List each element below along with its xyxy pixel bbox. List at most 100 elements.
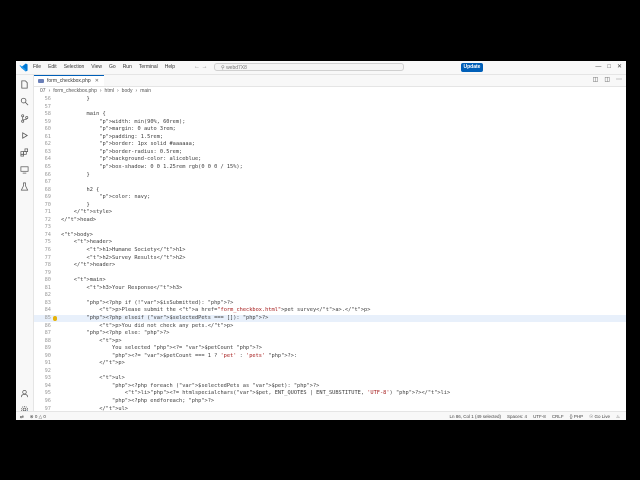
code-line[interactable]: 57 [34,104,626,112]
menu-file[interactable]: File [32,61,42,74]
split-editor-icon[interactable]: ◫ [604,76,610,83]
line-number: 57 [44,103,51,110]
code-line[interactable]: 59 "p">width: min(90%, 60rem); [34,119,626,127]
line-content: <"t">p>You did not check any pets.</"t">… [61,322,234,329]
code-line[interactable]: 81 <"t">h3>Your Response</"t">h3> [34,285,626,293]
code-line[interactable]: 79 [34,270,626,278]
testing-icon[interactable] [20,182,29,191]
breadcrumb-body[interactable]: body [122,87,133,96]
code-line[interactable]: 71 </"t">style> [34,209,626,217]
close-window-icon[interactable]: ✕ [617,61,622,74]
source-control-icon[interactable] [20,114,29,123]
lightbulb-icon[interactable] [53,315,57,321]
problems-indicator[interactable]: ⊗ 0 △ 0 [30,412,46,420]
menu-go[interactable]: Go [108,61,117,74]
code-line[interactable]: 86 <"t">p>You did not check any pets.</"… [34,323,626,331]
line-number: 83 [44,299,51,306]
back-arrow-icon[interactable]: ← [194,64,200,70]
warning-icon: △ [38,414,43,419]
line-ending[interactable]: CRLF [552,412,564,420]
code-line[interactable]: 80 <"t">main> [34,277,626,285]
forward-arrow-icon[interactable]: → [202,64,208,70]
language-mode[interactable]: {} PHP [570,412,584,420]
menu-terminal[interactable]: Terminal [138,61,159,74]
code-line[interactable]: 85 "php"><?php elseif ("var">$selectedPe… [34,314,626,323]
code-line[interactable]: 94 "php"><?php foreach ("var">$selectedP… [34,383,626,391]
code-line[interactable]: 69 "p">color: navy; [34,194,626,202]
code-line[interactable]: 68 h2 { [34,187,626,195]
code-line[interactable]: 95 <"t">li>"php"><?= htmlspecialchars("v… [34,390,626,398]
code-line[interactable]: 65 "p">box-shadow: 0 0 1.25rem rgb(0 0 0… [34,164,626,172]
breadcrumb-main[interactable]: main [140,87,151,96]
code-line[interactable]: 60 "p">margin: 0 auto 3rem; [34,126,626,134]
code-line[interactable]: 70 } [34,202,626,210]
line-content: </"t">head> [61,216,97,223]
line-number: 74 [44,231,51,238]
code-line[interactable]: 75 <"t">header> [34,239,626,247]
remote-indicator-icon[interactable]: ⇄ [20,412,24,420]
line-number: 61 [44,133,51,140]
line-number: 63 [44,148,51,155]
code-line[interactable]: 92 [34,368,626,376]
code-line[interactable]: 84 <"t">p>Please submit the <"t">a href=… [34,307,626,315]
code-line[interactable]: 89 You selected "php"><?= "var">$petCoun… [34,345,626,353]
code-line[interactable]: 72 </"t">head> [34,217,626,225]
code-line[interactable]: 91 </"t">p> [34,360,626,368]
more-actions-icon[interactable]: ⋯ [616,76,622,83]
remote-explorer-icon[interactable] [20,165,29,174]
command-center-search[interactable]: ⚲ webd7X8 [214,63,404,71]
extensions-icon[interactable] [20,148,29,157]
breadcrumb-html[interactable]: html [105,87,114,96]
menu-run[interactable]: Run [122,61,133,74]
minimize-icon[interactable]: — [595,61,601,74]
menu-edit[interactable]: Edit [47,61,58,74]
code-line[interactable]: 87 "php"><?php else: "php">?> [34,330,626,338]
code-line[interactable]: 67 [34,179,626,187]
update-button[interactable]: Update [461,63,483,72]
code-line[interactable]: 74 <"t">body> [34,232,626,240]
menu-view[interactable]: View [90,61,103,74]
menu-selection[interactable]: Selection [63,61,86,74]
tab-label: form_checkbox.php [47,78,91,84]
code-editor[interactable]: 56 } 57 58 main {59 "p">width: min(90%, 60… [34,96,626,419]
code-line[interactable]: 56 } [34,96,626,104]
tab-form-checkbox[interactable]: form_checkbox.php ✕ [34,75,104,86]
line-number: 86 [44,322,51,329]
activity-bar [16,75,34,414]
line-content: "p">border-radius: 0.5rem; [99,148,183,155]
accounts-icon[interactable] [20,389,29,398]
code-line[interactable]: 78 </"t">header> [34,262,626,270]
close-tab-icon[interactable]: ✕ [95,76,99,86]
notifications-bell-icon[interactable]: ♨ [616,412,620,420]
run-debug-icon[interactable] [20,131,29,140]
breadcrumb-folder[interactable]: 07 [40,87,46,96]
code-line[interactable]: 62 "p">border: 1px solid #aaaaaa; [34,141,626,149]
code-line[interactable]: 63 "p">border-radius: 0.5rem; [34,149,626,157]
cursor-position[interactable]: Ln 86, Col 1 (49 selected) [450,412,502,420]
code-line[interactable]: 88 <"t">p> [34,338,626,346]
code-line[interactable]: 73 [34,224,626,232]
code-line[interactable]: 90 "php"><?= "var">$petCount === 1 ? 'pe… [34,353,626,361]
code-line[interactable]: 77 <"t">h2>Survey Results</"t">h2> [34,255,626,263]
status-bar: ⇄ ⊗ 0 △ 0 Ln 86, Col 1 (49 selected) Spa… [16,411,626,420]
open-preview-icon[interactable]: ◫ [593,76,599,83]
indentation[interactable]: Spaces: 4 [507,412,527,420]
go-live-button[interactable]: ☉ Go Live [589,412,610,420]
code-line[interactable]: 83 "php"><?php if (!"var">$isSubmitted):… [34,300,626,308]
line-content: <"t">p> [61,337,122,344]
explorer-icon[interactable] [20,80,29,89]
maximize-icon[interactable]: □ [607,61,611,74]
code-line[interactable]: 96 "php"><?php endforeach; "php">?> [34,398,626,406]
code-line[interactable]: 64 "p">background-color: aliceblue; [34,156,626,164]
search-sidebar-icon[interactable] [20,97,29,106]
code-line[interactable]: 61 "p">padding: 1.5rem; [34,134,626,142]
breadcrumb-file[interactable]: form_checkbox.php [53,87,97,96]
code-line[interactable]: 66 } [34,172,626,180]
menu-help[interactable]: Help [164,61,176,74]
code-line[interactable]: 58 main { [34,111,626,119]
encoding[interactable]: UTF-8 [533,412,546,420]
code-line[interactable]: 93 <"t">ul> [34,375,626,383]
line-number: 77 [44,254,51,261]
code-line[interactable]: 76 <"t">h1>Humane Society</"t">h1> [34,247,626,255]
code-line[interactable]: 82 [34,292,626,300]
